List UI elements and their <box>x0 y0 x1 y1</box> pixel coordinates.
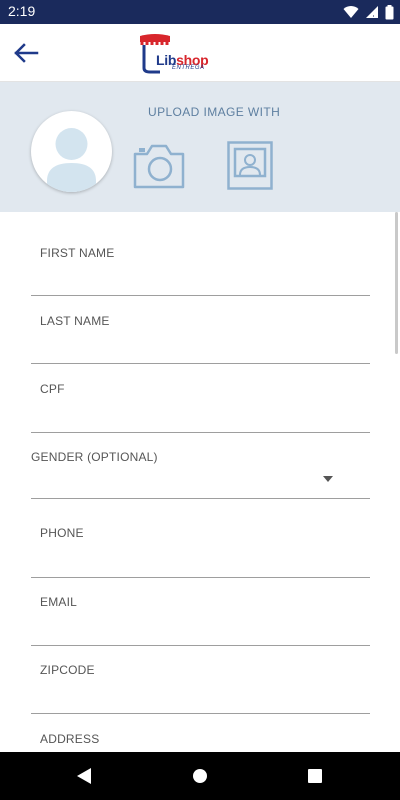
gender-label: GENDER (OPTIONAL) <box>31 450 158 464</box>
nav-back-icon <box>77 768 91 784</box>
status-icons <box>343 4 394 20</box>
camera-icon <box>133 144 185 189</box>
zipcode-label: ZIPCODE <box>40 663 95 677</box>
signal-icon <box>366 6 378 18</box>
scrollbar[interactable] <box>395 212 398 354</box>
avatar[interactable] <box>31 111 112 192</box>
registration-form: FIRST NAME LAST NAME CPF GENDER (OPTIONA… <box>0 212 400 752</box>
phone-field[interactable]: PHONE <box>31 515 370 578</box>
first-name-field[interactable]: FIRST NAME <box>31 235 370 296</box>
email-input[interactable] <box>40 616 360 636</box>
arrow-left-icon <box>14 43 39 63</box>
first-name-label: FIRST NAME <box>40 246 115 260</box>
gender-value <box>40 471 360 491</box>
cpf-field[interactable]: CPF <box>31 371 370 433</box>
gallery-button[interactable] <box>227 141 273 190</box>
first-name-input[interactable] <box>40 267 360 287</box>
upload-panel: UPLOAD IMAGE WITH <box>0 82 400 212</box>
email-label: EMAIL <box>40 595 78 609</box>
back-button[interactable] <box>8 36 44 70</box>
camera-button[interactable] <box>133 142 185 190</box>
app-logo: Libshop ENTREGA <box>136 32 226 74</box>
nav-recents-button[interactable] <box>300 764 330 788</box>
zipcode-input[interactable] <box>40 684 360 704</box>
status-time: 2:19 <box>8 3 36 19</box>
nav-recents-icon <box>308 769 322 783</box>
nav-home-icon <box>193 769 207 783</box>
wifi-icon <box>343 6 359 19</box>
nav-back-button[interactable] <box>69 764 99 788</box>
status-bar: 2:19 <box>0 0 400 24</box>
address-field[interactable]: ADDRESS <box>31 721 370 752</box>
user-placeholder-icon <box>47 128 96 192</box>
email-field[interactable]: EMAIL <box>31 584 370 646</box>
phone-label: PHONE <box>40 526 84 540</box>
chevron-down-icon[interactable] <box>323 476 333 482</box>
battery-icon <box>385 4 394 19</box>
address-label: ADDRESS <box>40 732 100 746</box>
last-name-field[interactable]: LAST NAME <box>31 303 370 364</box>
upload-title: UPLOAD IMAGE WITH <box>148 105 281 119</box>
nav-home-button[interactable] <box>185 764 215 788</box>
last-name-label: LAST NAME <box>40 314 110 328</box>
system-nav-bar <box>0 752 400 800</box>
cpf-input[interactable] <box>40 403 360 423</box>
zipcode-field[interactable]: ZIPCODE <box>31 652 370 714</box>
gender-select[interactable]: GENDER (OPTIONAL) <box>31 439 370 499</box>
logo-tagline: ENTREGA <box>172 65 205 71</box>
gallery-icon <box>227 141 273 190</box>
app-bar: Libshop ENTREGA <box>0 24 400 82</box>
last-name-input[interactable] <box>40 335 360 355</box>
phone-input[interactable] <box>40 547 360 567</box>
cpf-label: CPF <box>40 382 65 396</box>
